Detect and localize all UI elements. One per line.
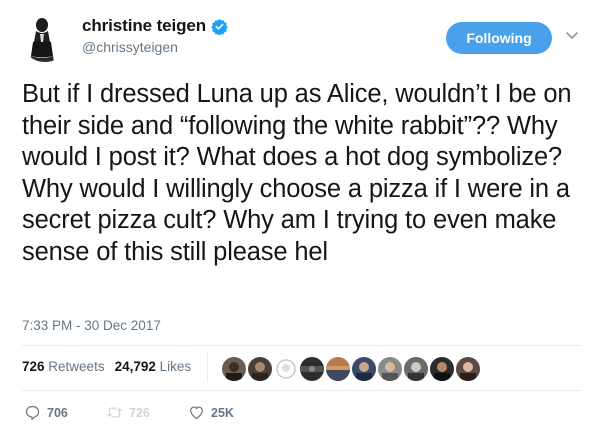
avatar[interactable]	[20, 12, 70, 62]
reply-icon	[25, 405, 40, 420]
divider	[22, 345, 582, 346]
verified-badge-icon	[211, 18, 228, 35]
tweet-text: But if I dressed Luna up as Alice, would…	[22, 80, 572, 266]
tweet-stats: 726 Retweets 24,792 Likes	[22, 359, 201, 374]
likes-stat[interactable]: 24,792 Likes	[115, 359, 192, 374]
liker-avatar[interactable]	[352, 357, 376, 381]
retweet-count: 726	[129, 405, 150, 420]
divider	[22, 390, 582, 391]
liker-avatar[interactable]	[248, 357, 272, 381]
liker-avatar[interactable]	[222, 357, 246, 381]
stats-separator	[207, 352, 208, 382]
liker-avatar[interactable]	[430, 357, 454, 381]
tweet-actions: 706 726 25K	[24, 404, 234, 421]
likes-count: 24,792	[114, 359, 156, 374]
liker-avatar[interactable]	[404, 357, 428, 381]
reply-button[interactable]: 706	[24, 404, 106, 421]
retweet-icon	[107, 407, 122, 418]
retweets-label: Retweets	[48, 359, 105, 374]
like-button[interactable]: 25K	[188, 404, 234, 421]
chevron-down-icon[interactable]	[565, 28, 579, 42]
liker-avatar[interactable]	[300, 357, 324, 381]
liker-avatar[interactable]	[378, 357, 402, 381]
retweets-stat[interactable]: 726 Retweets	[22, 359, 105, 374]
tweet-timestamp[interactable]: 7:33 PM - 30 Dec 2017	[22, 318, 161, 333]
avatar-image	[20, 12, 70, 62]
likers-avatars	[222, 357, 480, 381]
display-name[interactable]: christine teigen	[82, 16, 206, 36]
like-count: 25K	[211, 405, 234, 420]
liker-avatar[interactable]	[326, 357, 350, 381]
name-row[interactable]: christine teigen	[82, 16, 228, 36]
reply-count: 706	[47, 405, 68, 420]
retweet-button[interactable]: 726	[106, 404, 188, 421]
tweet-header: christine teigen @chrissyteigen Followin…	[20, 12, 580, 62]
following-button[interactable]: Following	[446, 22, 552, 54]
user-handle[interactable]: @chrissyteigen	[82, 39, 178, 55]
likes-label: Likes	[159, 359, 192, 374]
heart-icon	[190, 406, 203, 420]
liker-avatar[interactable]	[456, 357, 480, 381]
liker-avatar[interactable]	[274, 357, 298, 381]
retweets-count: 726	[22, 359, 45, 374]
